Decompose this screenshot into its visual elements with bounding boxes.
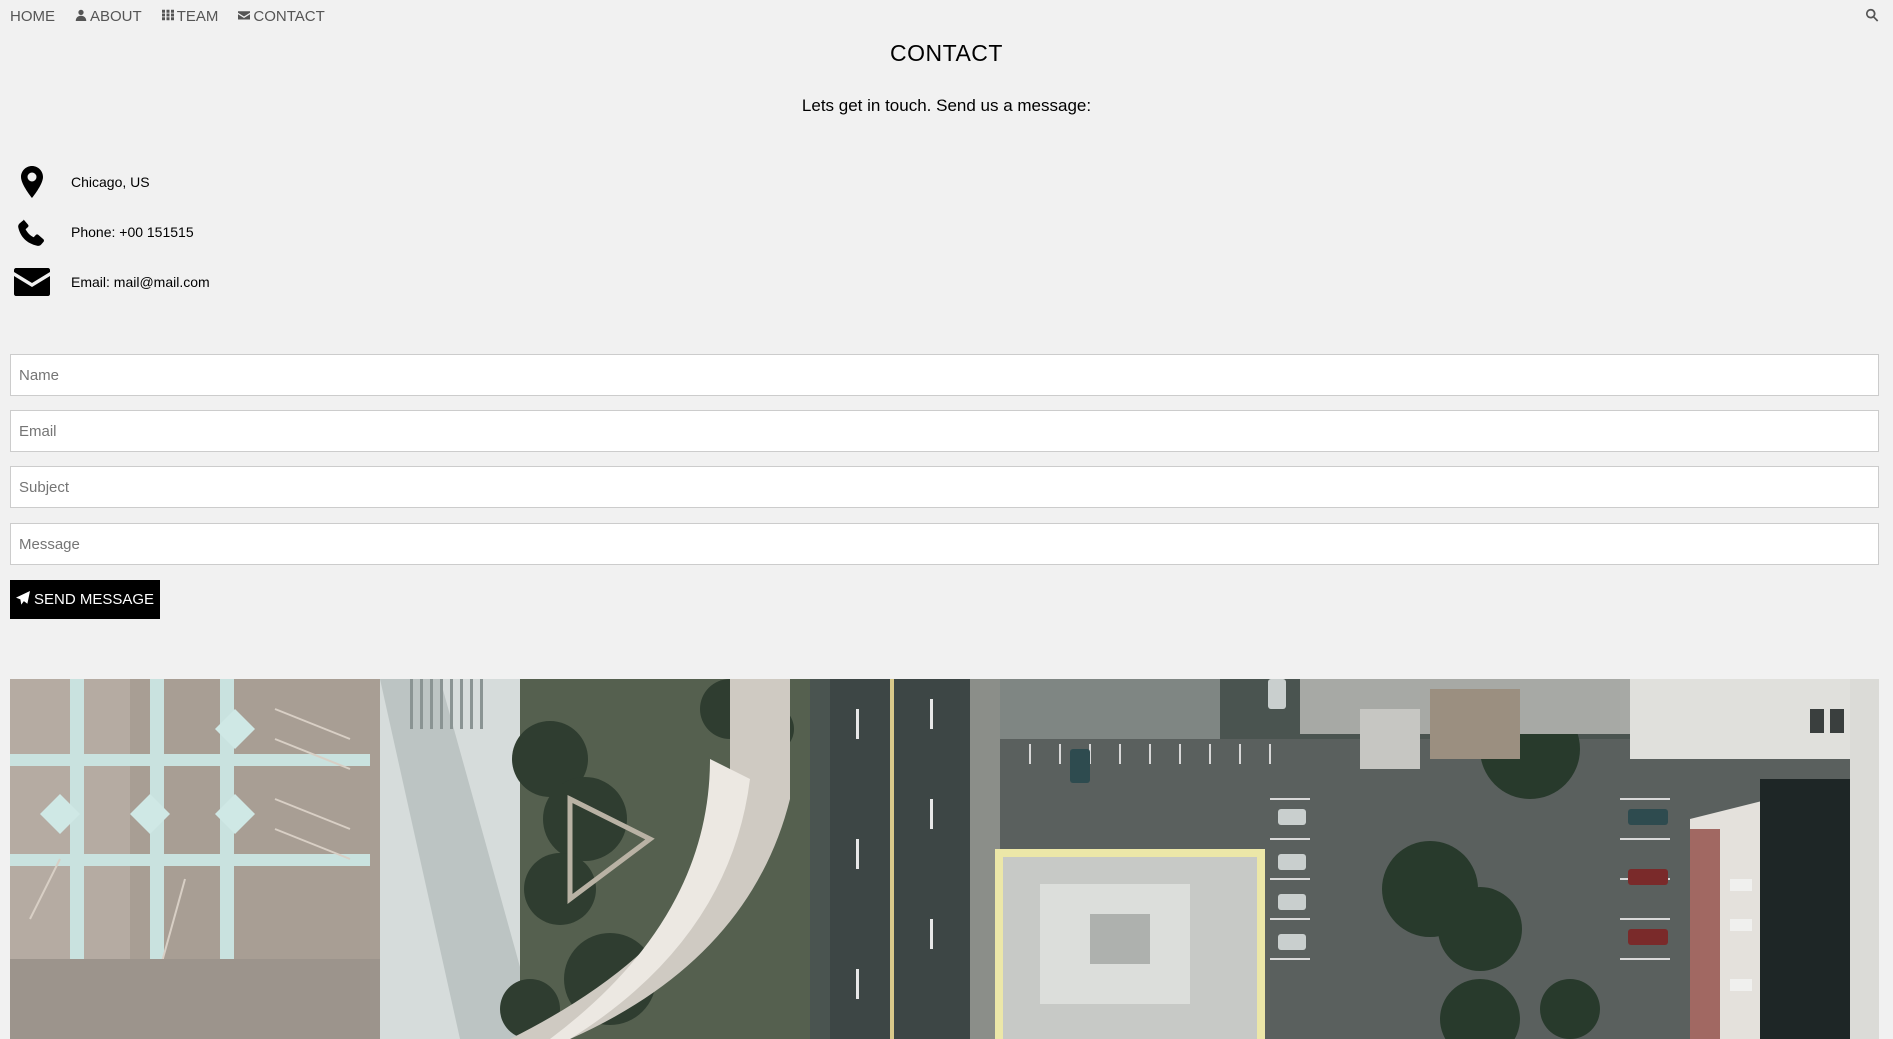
info-email-text: Email: mail@mail.com: [71, 274, 210, 290]
page-title: CONTACT: [890, 40, 1003, 66]
subject-input[interactable]: [10, 466, 1879, 508]
nav-home[interactable]: HOME: [0, 0, 65, 32]
info-phone: Phone: +00 151515: [12, 214, 194, 250]
info-location-text: Chicago, US: [71, 174, 150, 190]
phone-icon: [12, 214, 52, 250]
grid-icon: [161, 8, 174, 25]
info-phone-text: Phone: +00 151515: [71, 224, 194, 240]
info-location: Chicago, US: [12, 164, 150, 200]
user-icon: [75, 8, 87, 25]
search-icon[interactable]: [1865, 8, 1881, 24]
nav-team-label: TEAM: [176, 7, 219, 25]
nav-about-label: ABOUT: [90, 7, 142, 25]
message-input[interactable]: [10, 523, 1879, 565]
nav-about[interactable]: ABOUT: [65, 0, 152, 32]
aerial-city-illustration: [10, 679, 1879, 1039]
name-input[interactable]: [10, 354, 1879, 396]
send-message-button[interactable]: SEND MESSAGE: [10, 580, 160, 619]
contact-subtitle: Lets get in touch. Send us a message:: [801, 96, 1092, 115]
nav-contact[interactable]: CONTACT: [228, 0, 334, 32]
nav-home-label: HOME: [10, 7, 55, 25]
info-email: Email: mail@mail.com: [12, 264, 210, 300]
nav-team[interactable]: TEAM: [152, 0, 229, 32]
envelope-icon: [12, 264, 52, 300]
send-message-label: SEND MESSAGE: [33, 591, 155, 608]
navbar: HOME ABOUT TEAM CONTACT: [0, 0, 1893, 32]
paper-plane-icon: [15, 590, 30, 609]
nav-contact-label: CONTACT: [253, 7, 325, 25]
envelope-icon: [238, 8, 251, 25]
map-marker-icon: [12, 164, 52, 200]
email-input[interactable]: [10, 410, 1879, 452]
hero-image: [10, 679, 1879, 1039]
